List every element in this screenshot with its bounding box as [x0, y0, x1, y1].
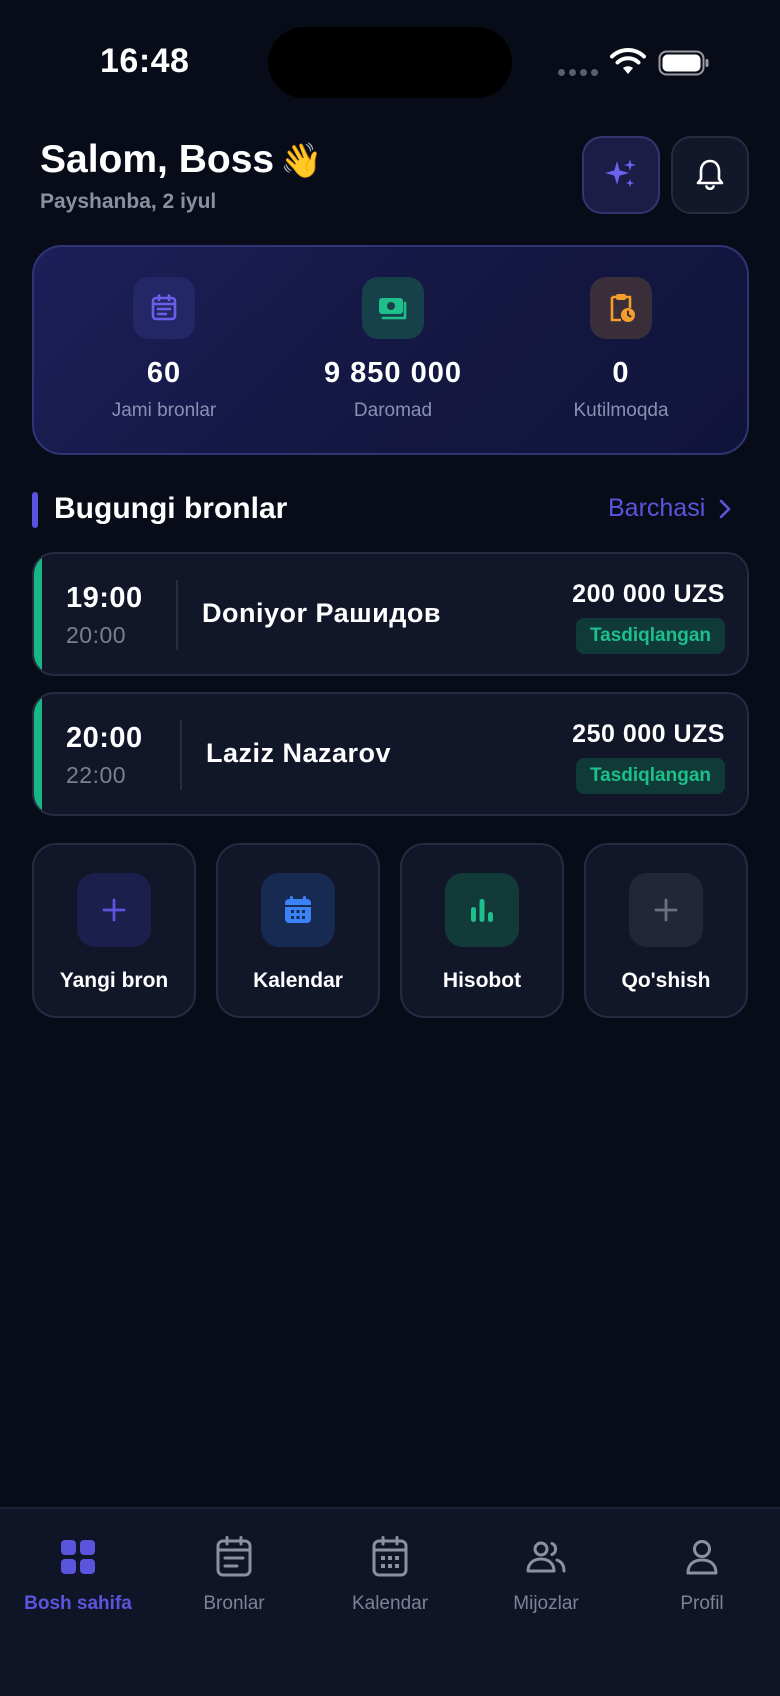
notifications-button[interactable] — [671, 136, 749, 214]
greeting-title: Salom, Boss 👋 — [40, 138, 322, 182]
sparkles-icon — [605, 159, 636, 187]
quick-action-label: Yangi bron — [59, 969, 169, 992]
chevron-right-icon — [719, 499, 731, 518]
quick-action-report[interactable]: Hisobot — [400, 843, 564, 1018]
tab-label: Mijozlar — [513, 1593, 579, 1614]
booking-start-time: 20:00 — [66, 722, 143, 754]
booking-client-name: Doniyor Рашидов — [202, 598, 442, 628]
plus-icon — [77, 873, 151, 947]
stat-value: 60 — [146, 357, 182, 389]
bottom-tab-bar: Bosh sahifa Bronlar Kalendar Mijozlar Pr… — [0, 1507, 780, 1696]
battery-icon — [658, 50, 709, 76]
tab-label: Kalendar — [351, 1593, 429, 1614]
section-title: Bugungi bronlar — [54, 492, 288, 525]
users-icon — [468, 1535, 624, 1579]
booking-card[interactable]: 20:00 22:00 Laziz Nazarov 250 000 UZS Ta… — [32, 692, 749, 816]
stat-value: 0 — [612, 357, 630, 389]
cash-icon — [362, 277, 424, 339]
stats-summary-card: 60 Jami bronlar 9 850 000 Daromad 0 Kuti… — [32, 245, 749, 455]
tab-profile[interactable]: Profil — [624, 1535, 780, 1615]
see-all-link[interactable]: Barchasi — [608, 494, 731, 523]
quick-action-label: Kalendar — [253, 969, 343, 992]
bell-icon — [696, 159, 724, 191]
stat-label: Kutilmoqda — [573, 400, 669, 421]
booking-end-time: 22:00 — [66, 762, 127, 788]
calendar-icon — [261, 873, 335, 947]
status-badge: Tasdiqlangan — [575, 758, 725, 794]
quick-action-add[interactable]: Qo'shish — [584, 843, 748, 1018]
status-badge: Tasdiqlangan — [575, 618, 725, 654]
stat-pending: 0 Kutilmoqda — [506, 277, 736, 422]
quick-action-calendar[interactable]: Kalendar — [216, 843, 380, 1018]
user-icon — [624, 1535, 780, 1579]
booking-card[interactable]: 19:00 20:00 Doniyor Рашидов 200 000 UZS … — [32, 552, 749, 676]
booking-client-name: Laziz Nazarov — [206, 738, 392, 768]
calendar-icon — [312, 1535, 468, 1579]
quick-action-label: Hisobot — [442, 969, 522, 992]
calendar-list-icon — [133, 277, 195, 339]
grid-icon — [0, 1535, 156, 1579]
booking-divider — [176, 580, 178, 650]
stat-label: Daromad — [353, 400, 433, 421]
tab-home[interactable]: Bosh sahifa — [0, 1535, 156, 1615]
home-screen: 16:48 Salom, Boss 👋 Payshanba, 2 iyul 60… — [0, 0, 780, 1696]
current-date: Payshanba, 2 iyul — [40, 190, 217, 213]
ai-assistant-button[interactable] — [582, 136, 660, 214]
booking-price: 250 000 UZS — [572, 720, 725, 748]
booking-start-time: 19:00 — [66, 582, 143, 614]
tab-label: Bronlar — [203, 1593, 265, 1614]
clipboard-clock-icon — [590, 277, 652, 339]
see-all-label: Barchasi — [608, 494, 706, 522]
greeting-text: Salom, Boss — [40, 138, 275, 181]
stat-label: Jami bronlar — [111, 400, 217, 421]
dynamic-island — [268, 27, 512, 98]
cellular-signal-icon — [558, 69, 598, 76]
booking-price: 200 000 UZS — [572, 580, 725, 608]
bar-chart-icon — [445, 873, 519, 947]
quick-action-label: Qo'shish — [621, 969, 711, 992]
status-time: 16:48 — [100, 42, 190, 80]
tab-clients[interactable]: Mijozlar — [468, 1535, 624, 1615]
stat-total-bookings: 60 Jami bronlar — [49, 277, 279, 422]
tab-label: Profil — [680, 1593, 724, 1614]
tab-label: Bosh sahifa — [24, 1593, 132, 1614]
section-accent-bar — [32, 492, 38, 528]
booking-divider — [180, 720, 182, 790]
stat-revenue: 9 850 000 Daromad — [278, 277, 508, 422]
tab-calendar[interactable]: Kalendar — [312, 1535, 468, 1615]
tab-bookings[interactable]: Bronlar — [156, 1535, 312, 1615]
waving-hand-emoji: 👋 — [280, 142, 323, 180]
document-icon — [156, 1535, 312, 1579]
wifi-icon — [610, 48, 646, 74]
booking-end-time: 20:00 — [66, 622, 127, 648]
quick-action-new-booking[interactable]: Yangi bron — [32, 843, 196, 1018]
stat-value: 9 850 000 — [323, 357, 462, 389]
plus-icon — [629, 873, 703, 947]
